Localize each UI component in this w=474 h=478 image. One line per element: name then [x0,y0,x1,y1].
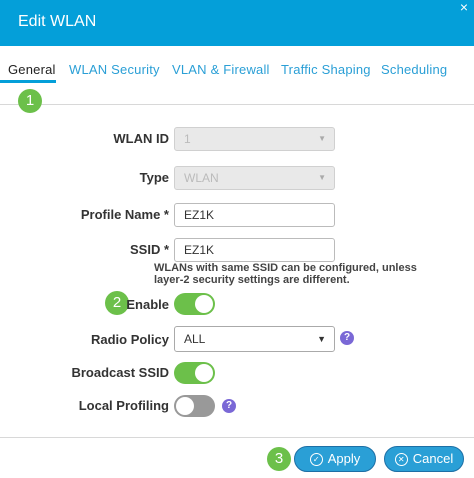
dialog-header: Edit WLAN × [0,0,474,46]
close-icon[interactable]: × [460,0,468,15]
ssid-value: EZ1K [184,243,215,257]
broadcast-ssid-toggle[interactable] [174,362,215,384]
radio-policy-label: Radio Policy [90,332,169,347]
type-label: Type [139,170,169,185]
toggle-knob [195,364,213,382]
toggle-knob [176,397,194,415]
radio-policy-select[interactable]: ALL ▼ [174,326,335,352]
help-icon[interactable]: ? [222,399,236,413]
ssid-input[interactable]: EZ1K [174,238,335,262]
ssid-hint: WLANs with same SSID can be configured, … [154,262,417,286]
tab-wlan-security[interactable]: WLAN Security [69,62,160,77]
toggle-knob [195,295,213,313]
chevron-down-icon: ▼ [318,173,326,182]
tab-traffic-shaping[interactable]: Traffic Shaping [281,62,371,77]
local-profiling-toggle[interactable] [174,395,215,417]
cancel-button[interactable]: ✕ Cancel [384,446,464,472]
chevron-down-icon: ▼ [317,334,326,344]
enable-label: Enable [126,297,169,312]
wlan-id-label: WLAN ID [113,131,169,146]
profile-name-input[interactable]: EZ1K [174,203,335,227]
chevron-down-icon: ▼ [318,134,326,143]
active-tab-indicator [0,80,56,83]
broadcast-ssid-label: Broadcast SSID [71,365,169,380]
apply-button-label: Apply [327,451,361,466]
step-badge-1: 1 [18,89,42,113]
tab-general[interactable]: General [8,62,56,77]
tabs-divider [0,104,474,105]
wlan-id-select: 1 ▼ [174,127,335,151]
help-icon[interactable]: ? [340,331,354,345]
dialog-title: Edit WLAN [18,13,97,30]
check-circle-icon: ✓ [309,453,323,466]
footer-divider [0,437,474,438]
radio-policy-value: ALL [184,332,206,346]
enable-toggle[interactable] [174,293,215,315]
wlan-id-value: 1 [184,132,191,146]
close-circle-icon: ✕ [394,453,408,466]
apply-button[interactable]: ✓ Apply [294,446,376,472]
cancel-button-label: Cancel [412,451,454,466]
tab-scheduling[interactable]: Scheduling [381,62,447,77]
tab-vlan-firewall[interactable]: VLAN & Firewall [172,62,270,77]
step-badge-3: 3 [267,447,291,471]
type-select: WLAN ▼ [174,166,335,190]
tab-bar: General WLAN Security VLAN & Firewall Tr… [0,56,474,82]
profile-name-value: EZ1K [184,208,215,222]
ssid-label: SSID * [129,242,169,257]
local-profiling-label: Local Profiling [78,398,169,413]
profile-name-label: Profile Name * [80,207,169,222]
type-value: WLAN [184,171,219,185]
